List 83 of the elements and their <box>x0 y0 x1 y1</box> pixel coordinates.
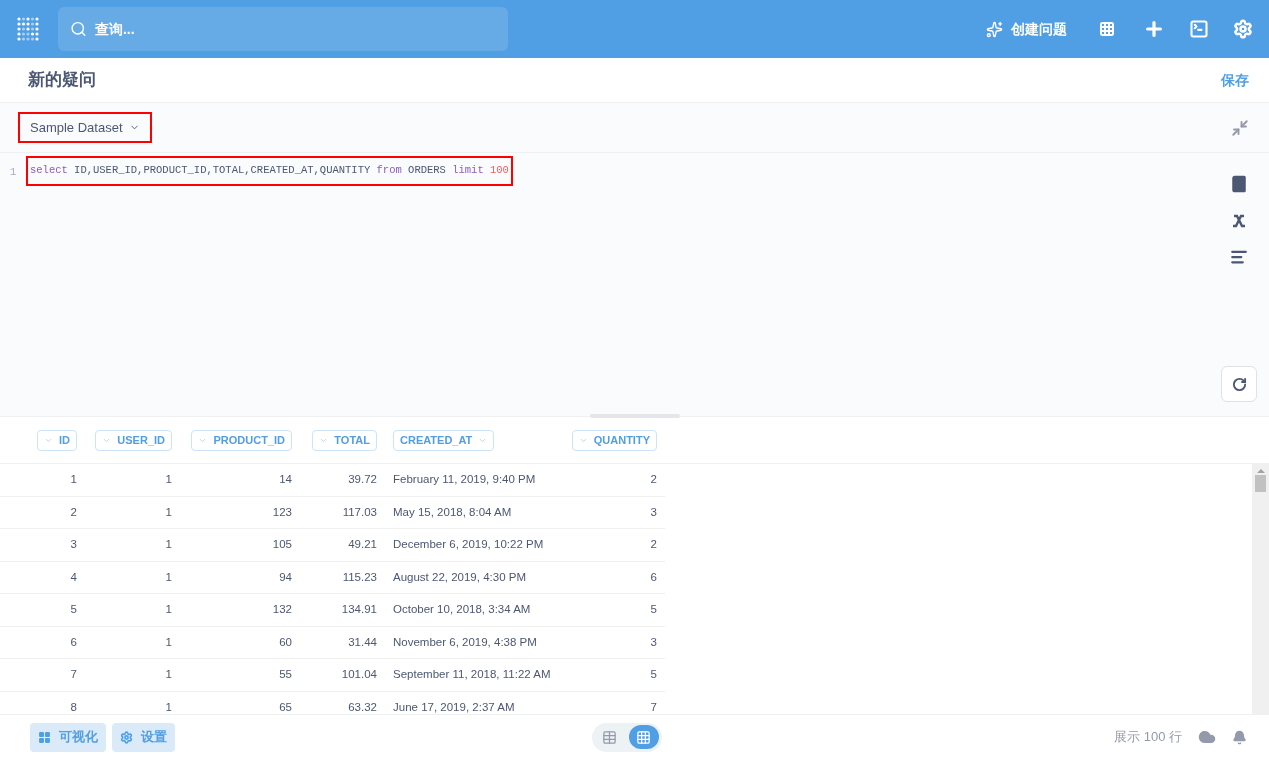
table-cell-text: 117.03 <box>341 504 378 520</box>
table-cell-text: 39.72 <box>347 472 378 488</box>
page-title: 新的疑问 <box>28 69 96 92</box>
new-question-button[interactable]: 创建问题 <box>986 19 1067 39</box>
search-field[interactable]: 查询... <box>58 7 508 51</box>
table-cell-text: 134.91 <box>340 602 378 618</box>
line-number: 1 <box>8 165 18 180</box>
table-cell-text: 2 <box>649 537 658 553</box>
variable-icon[interactable] <box>1231 213 1247 229</box>
table-cell-text: 1 <box>164 472 173 488</box>
table-cell-text: 3 <box>69 537 78 553</box>
refresh-icon <box>1231 376 1247 392</box>
gear-icon <box>120 730 133 744</box>
table-cell-text: 7 <box>69 667 78 683</box>
table-cell-text: November 6, 2019, 4:38 PM <box>392 634 538 650</box>
table-cell-text: 1 <box>164 699 173 714</box>
bell-icon[interactable] <box>1232 729 1247 745</box>
table-cell-text: 3 <box>649 504 658 520</box>
visualize-button[interactable]: 可视化 <box>30 722 106 752</box>
table-cell-text: 1 <box>164 504 173 520</box>
table-cell-text: 3 <box>649 634 658 650</box>
table-cell-text: 1 <box>164 537 173 553</box>
table-cell-text: 105 <box>271 537 293 553</box>
table-cell-text: 7 <box>649 699 658 714</box>
scrollbar[interactable] <box>1252 464 1269 714</box>
add-icon[interactable] <box>1143 18 1165 40</box>
table-cell-text: 49.21 <box>347 537 378 553</box>
settings-button[interactable]: 设置 <box>112 722 175 752</box>
table-icon <box>602 729 618 745</box>
table-cell-text: 4 <box>69 569 78 585</box>
grid-icon <box>38 730 51 744</box>
table-cell-text: 63.32 <box>347 699 378 714</box>
table-cell-text: 65 <box>278 699 293 714</box>
table-cell-text: May 15, 2018, 8:04 AM <box>392 504 513 520</box>
table-cell-text: 60 <box>278 634 293 650</box>
table-cell-text: 5 <box>69 602 78 618</box>
column-header[interactable]: USER_ID <box>95 429 172 451</box>
logo-icon[interactable] <box>16 14 40 44</box>
table-cell-text: 8 <box>69 699 78 714</box>
grid-icon <box>636 729 652 745</box>
table-cell-text: 5 <box>649 667 658 683</box>
table-cell-text: 1 <box>164 667 173 683</box>
run-query-button[interactable] <box>1221 366 1257 402</box>
table-cell-text: 2 <box>69 504 78 520</box>
search-input[interactable]: 查询... <box>94 19 496 39</box>
column-header[interactable]: ID <box>37 429 77 451</box>
grid-icon[interactable] <box>1099 21 1115 37</box>
table-cell-text: 2 <box>649 472 658 488</box>
table-cell-text: 31.44 <box>347 634 378 650</box>
table-cell-text: 1 <box>164 569 173 585</box>
search-icon <box>70 20 87 38</box>
table-cell-text: 94 <box>278 569 293 585</box>
snippet-icon[interactable] <box>1230 248 1248 266</box>
table-cell-text: 1 <box>69 472 78 488</box>
grid-view-toggle[interactable] <box>628 725 659 749</box>
table-cell-text: 55 <box>278 667 293 683</box>
table-cell-text: September 11, 2018, 11:22 AM <box>392 667 552 683</box>
table-cell-text: October 10, 2018, 3:34 AM <box>392 602 532 618</box>
table-cell-text: June 17, 2019, 2:37 AM <box>392 699 516 714</box>
table-cell-text: 6 <box>649 569 658 585</box>
column-header[interactable]: QUANTITY <box>571 429 657 451</box>
row-count: 展示 100 行 <box>1114 728 1182 747</box>
table-cell-text: 14 <box>278 472 293 488</box>
table-cell-text: 1 <box>164 634 173 650</box>
terminal-icon[interactable] <box>1189 19 1209 39</box>
column-header[interactable]: CREATED_AT <box>393 429 495 451</box>
column-header[interactable]: TOTAL <box>312 429 377 451</box>
table-cell-text: December 6, 2019, 10:22 PM <box>392 537 545 553</box>
save-button[interactable]: 保存 <box>1221 70 1249 90</box>
table-cell-text: 6 <box>69 634 78 650</box>
database-dropdown[interactable]: Sample Dataset <box>18 112 152 143</box>
sparkle-icon <box>986 20 1003 38</box>
table-cell-text: 123 <box>271 504 293 520</box>
column-header[interactable]: PRODUCT_ID <box>191 429 292 451</box>
table-cell-text: 132 <box>271 602 293 618</box>
table-cell-text: 101.04 <box>340 667 378 683</box>
table-cell-text: 5 <box>649 602 658 618</box>
table-cell-text: 115.23 <box>341 569 378 585</box>
collapse-icon[interactable] <box>1231 118 1249 137</box>
table-cell-text: February 11, 2019, 9:40 PM <box>392 472 537 488</box>
table-cell-text: 1 <box>164 602 173 618</box>
settings-icon[interactable] <box>1233 19 1253 39</box>
table-cell-text: August 22, 2019, 4:30 PM <box>392 569 527 585</box>
